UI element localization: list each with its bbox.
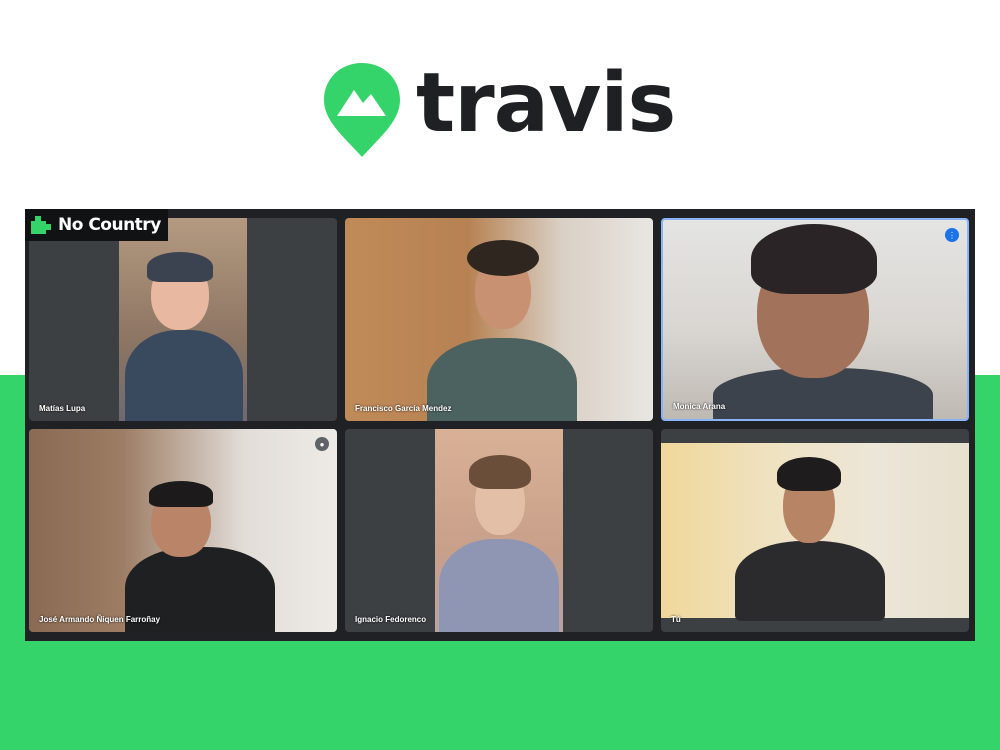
speaking-indicator-icon: ⋮ (945, 228, 959, 242)
participant-tile[interactable]: ● José Armando Ñiquen Farroñay (29, 429, 337, 632)
participant-video (345, 218, 653, 421)
participant-name: Ignacio Fedorenco (355, 615, 427, 624)
participant-name: Francisco García Mendez (355, 404, 452, 413)
participant-tile[interactable]: Ignacio Fedorenco (345, 429, 653, 632)
participant-video (119, 218, 247, 421)
watermark-text: No Country (58, 215, 161, 235)
participant-name: Matías Lupa (39, 404, 86, 413)
participant-name: Monica Arana (673, 402, 726, 411)
participant-name: José Armando Ñiquen Farroñay (39, 615, 161, 624)
participant-video (29, 429, 337, 632)
travis-logo: travis (322, 56, 676, 160)
participant-video (435, 429, 563, 632)
map-pin-mountain-icon (324, 63, 400, 157)
participant-tile[interactable]: Tú (661, 429, 969, 632)
participant-video (661, 443, 969, 621)
video-meeting-grid: No Country Matías Lupa Francisco García … (25, 209, 975, 641)
participant-video (663, 220, 967, 419)
participant-tile[interactable]: Matías Lupa (29, 218, 337, 421)
brand-wordmark: travis (416, 56, 676, 151)
no-country-watermark: No Country (25, 209, 168, 241)
participant-tile[interactable]: Francisco García Mendez (345, 218, 653, 421)
participant-tile[interactable]: ⋮ Monica Arana (661, 218, 969, 421)
puzzle-icon (31, 216, 51, 234)
participant-name: Tú (671, 615, 681, 624)
mic-muted-icon: ● (315, 437, 329, 451)
